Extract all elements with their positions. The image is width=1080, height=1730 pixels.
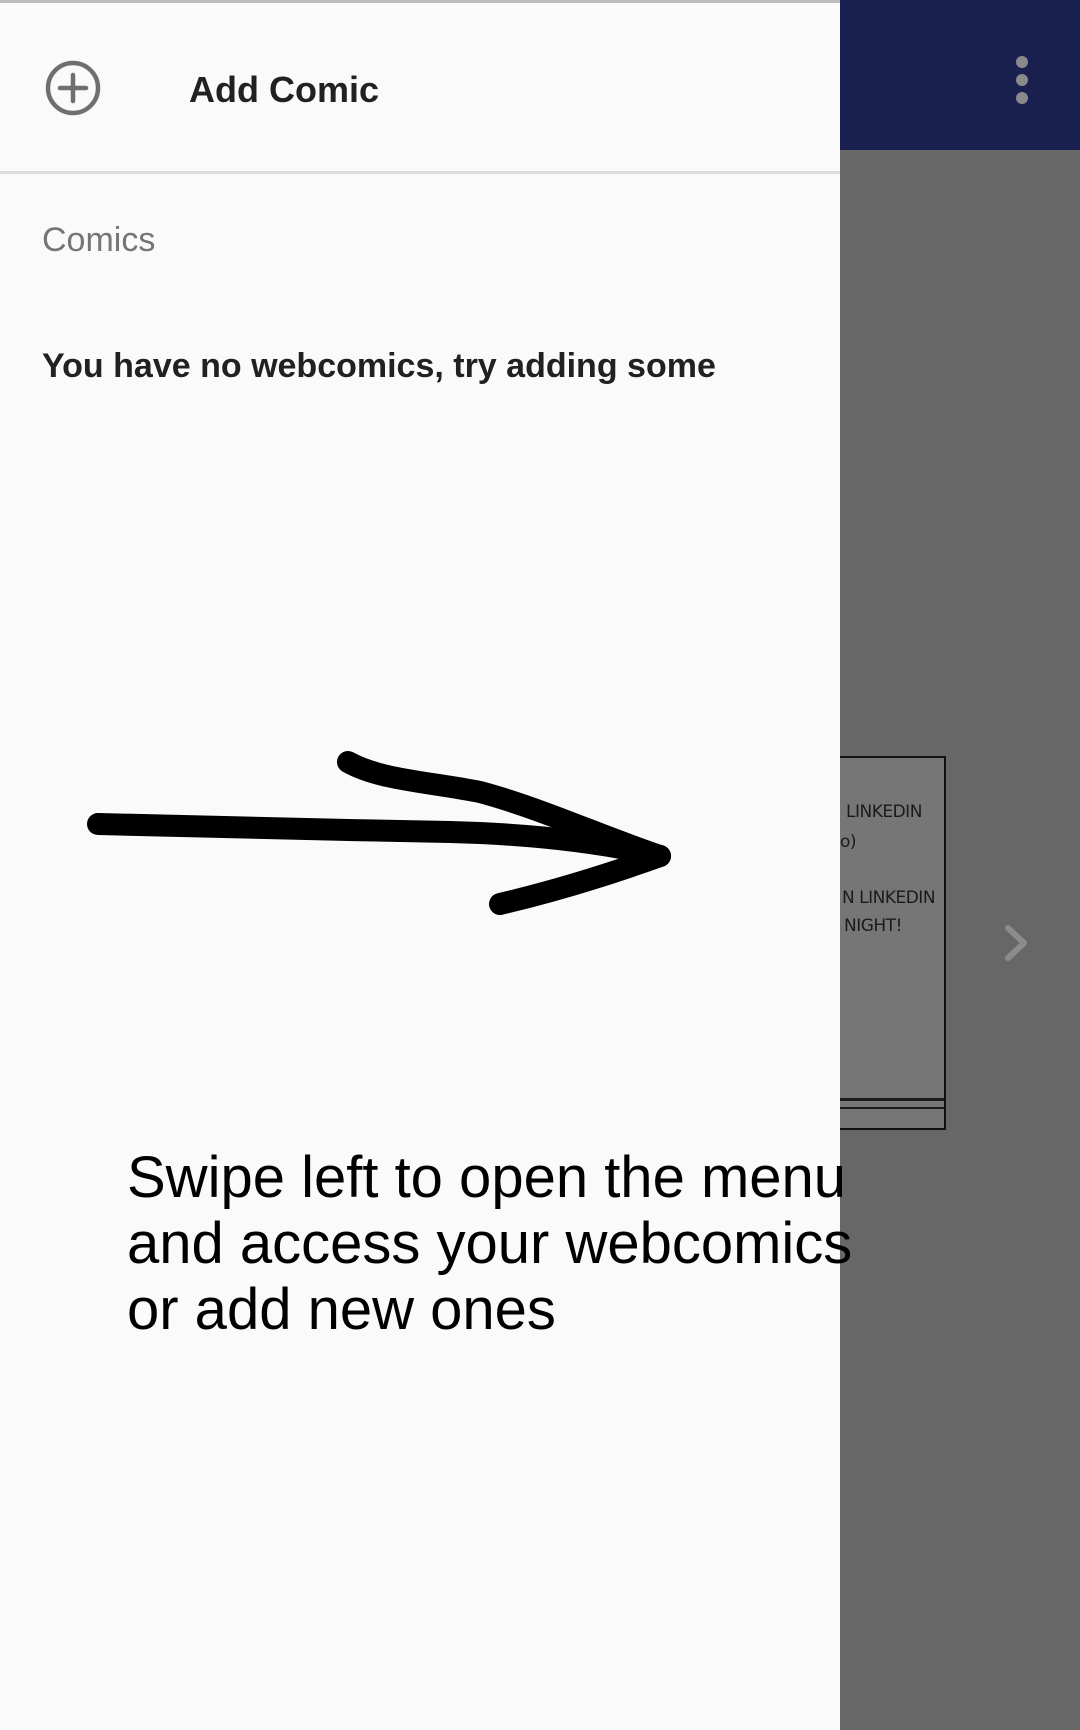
add-comic-label: Add Comic (189, 69, 380, 110)
comics-section-header: Comics (42, 221, 156, 259)
comic-text-line: LINKEDIN (846, 802, 922, 822)
empty-state-message: You have no webcomics, try adding some (42, 347, 716, 385)
tutorial-hint: Swipe left to open the menu and access y… (127, 1145, 853, 1342)
comic-text-line: o) (840, 832, 857, 852)
add-comic-button[interactable]: Add Comic (0, 3, 840, 173)
navigation-drawer: Add Comic Comics You have no webcomics, … (0, 0, 840, 1730)
comic-text-line: NIGHT! (844, 916, 902, 936)
chevron-right-icon[interactable] (992, 918, 1042, 968)
drawer-divider (0, 171, 840, 174)
screen: ) LINKEDIN o) N LINKEDIN NIGHT! Add Comi… (0, 0, 1080, 1730)
comic-text-line: N LINKEDIN (842, 888, 936, 908)
more-vert-icon[interactable] (1002, 50, 1042, 110)
add-circle-icon (44, 59, 102, 117)
